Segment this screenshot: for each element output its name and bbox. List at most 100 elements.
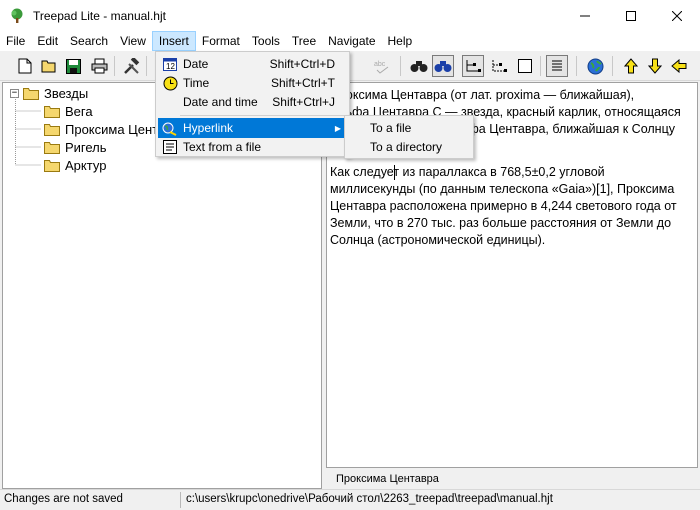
submenu-arrow-icon: ▶ [334, 123, 341, 133]
menu-separator [180, 115, 347, 116]
note-line: Как следует из параллакса в 768,5±0,2 уг… [330, 165, 605, 179]
toolbar: abc [0, 51, 700, 81]
close-icon [672, 10, 682, 21]
menu-insert[interactable]: Insert [151, 31, 196, 51]
open-file-button[interactable] [38, 55, 60, 77]
menu-search[interactable]: Search [64, 31, 114, 51]
save-status: Changes are not saved [4, 493, 123, 505]
window-title: Treepad Lite - manual.hjt [33, 8, 166, 23]
text-lines-icon [552, 60, 562, 71]
toolbar-separator [576, 56, 577, 76]
tree-node-label: Ригель [65, 139, 107, 155]
menu-item-hyperlink[interactable]: Hyperlink ▶ [158, 118, 347, 138]
menu-item-shortcut: Shift+Ctrl+J [272, 95, 335, 109]
menu-tree[interactable]: Tree [286, 31, 322, 51]
menu-item-text-from-file[interactable]: Text from a file [158, 137, 347, 157]
file-path: c:\users\krupc\onedrive\Рабочий стол\226… [186, 493, 553, 505]
minimize-button[interactable] [562, 0, 608, 31]
toolbar-separator [612, 56, 613, 76]
globe-icon [587, 58, 603, 74]
tree-node[interactable]: Арктур [44, 156, 106, 174]
calendar-icon: 12 [163, 58, 177, 71]
status-bar: Changes are not saved c:\users\krupc\one… [0, 489, 700, 510]
arrow-up-icon [624, 58, 638, 74]
status-divider [180, 492, 181, 508]
current-node-label: Проксима Центавра [326, 470, 698, 488]
spellcheck-button: abc [372, 55, 394, 77]
tree-connector-lines [15, 97, 41, 166]
insert-menu: 12 Date Shift+Ctrl+D Time Shift+Ctrl+T D… [155, 51, 350, 157]
submenu-item-to-directory[interactable]: To a directory [347, 137, 471, 157]
menu-item-shortcut: Shift+Ctrl+T [270, 76, 335, 90]
menu-view[interactable]: View [114, 31, 152, 51]
note-line: Солнца (астрономической единицы). [330, 233, 546, 247]
toolbar-separator [114, 56, 115, 76]
tree-node-label: Арктур [65, 157, 107, 173]
arrow-down-icon [648, 58, 662, 74]
note-line: Проксима Центавра (от лат. proxima — бли… [330, 88, 635, 102]
svg-text:12: 12 [166, 62, 175, 71]
folder-icon [44, 123, 60, 136]
maximize-icon [626, 10, 636, 21]
move-down-button[interactable] [644, 55, 666, 77]
find-next-button[interactable] [432, 55, 454, 77]
binoculars-icon [410, 61, 428, 72]
clock-icon [163, 76, 177, 90]
treepad-app-icon [11, 8, 23, 23]
title-bar: Treepad Lite - manual.hjt [0, 0, 700, 31]
text-file-icon [163, 140, 177, 154]
menu-item-time[interactable]: Time Shift+Ctrl+T [158, 73, 347, 93]
tree-node[interactable]: Ригель [44, 138, 107, 156]
arrow-left-icon [671, 59, 687, 73]
tree-view-alt-button[interactable] [488, 55, 510, 77]
hyperlink-icon [162, 122, 177, 136]
word-wrap-button[interactable] [546, 55, 568, 77]
open-folder-icon [41, 60, 55, 73]
svg-text:abc: abc [374, 61, 386, 68]
binoculars-blue-icon [434, 61, 452, 72]
menu-navigate[interactable]: Navigate [322, 31, 381, 51]
menu-item-label: Date [183, 57, 209, 71]
print-button[interactable] [88, 55, 110, 77]
menu-edit[interactable]: Edit [31, 31, 64, 51]
tree-view-button[interactable] [462, 55, 484, 77]
square-icon [518, 59, 532, 73]
move-left-button[interactable] [668, 55, 690, 77]
submenu-item-to-file[interactable]: To a file [347, 118, 471, 138]
menu-tools[interactable]: Tools [246, 31, 286, 51]
hyperlink-submenu: To a file To a directory [344, 115, 474, 159]
move-up-button[interactable] [620, 55, 642, 77]
single-pane-button[interactable] [514, 55, 536, 77]
menu-item-label: To a directory [370, 140, 443, 154]
web-button[interactable] [584, 55, 606, 77]
text-cursor [394, 165, 395, 180]
folder-icon [44, 105, 60, 118]
tools-button[interactable] [120, 55, 142, 77]
menu-item-label: To a file [370, 121, 412, 135]
printer-icon [91, 58, 107, 74]
menu-item-label: Date and time [183, 95, 258, 109]
new-file-icon [18, 58, 32, 74]
tree-node[interactable]: Вега [44, 102, 93, 120]
menu-help[interactable]: Help [382, 31, 419, 51]
spellcheck-icon: abc [374, 61, 389, 74]
tree-node-label: Звезды [44, 85, 89, 101]
menu-file[interactable]: File [0, 31, 31, 51]
menu-item-label: Text from a file [183, 140, 262, 154]
menu-item-shortcut: Shift+Ctrl+D [269, 57, 335, 71]
menu-item-date-and-time[interactable]: Date and time Shift+Ctrl+J [158, 92, 347, 112]
menu-bar: File Edit Search View Insert Format Tool… [0, 31, 700, 51]
menu-item-label: Hyperlink [183, 121, 234, 135]
hammer-wrench-icon [123, 57, 139, 74]
menu-format[interactable]: Format [196, 31, 246, 51]
maximize-button[interactable] [608, 0, 654, 31]
toolbar-separator [540, 56, 541, 76]
save-button[interactable] [62, 55, 84, 77]
note-line: миллисекунды (по данным телескопа «Gaia»… [330, 182, 675, 196]
find-button[interactable] [408, 55, 430, 77]
menu-item-date[interactable]: 12 Date Shift+Ctrl+D [158, 54, 347, 74]
close-button[interactable] [654, 0, 700, 31]
toolbar-separator [146, 56, 147, 76]
new-file-button[interactable] [14, 55, 36, 77]
toolbar-separator [400, 56, 401, 76]
